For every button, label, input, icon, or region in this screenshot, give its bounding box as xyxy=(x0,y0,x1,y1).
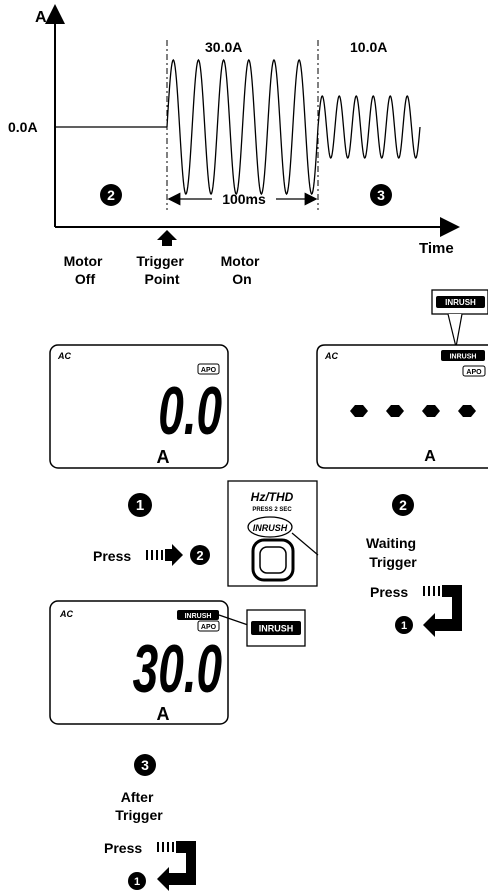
svg-text:1: 1 xyxy=(134,876,140,888)
trigger-arrow-icon xyxy=(157,230,177,246)
svg-text:APO: APO xyxy=(201,624,217,631)
step-1-badge: 1 xyxy=(128,493,152,517)
svg-text:1: 1 xyxy=(136,497,144,514)
amp-10a-label: 10.0A xyxy=(350,39,387,55)
step-2-badge-right: 2 xyxy=(392,494,414,516)
apo-indicator: APO xyxy=(197,620,220,632)
svg-text:APO: APO xyxy=(466,369,482,376)
press-label-1: Press xyxy=(93,548,131,564)
press-arrow-icon xyxy=(146,544,183,566)
ac-mode-indicator: AC xyxy=(57,351,71,361)
step-3-badge-bottom: 3 xyxy=(134,754,156,776)
svg-text:INRUSH: INRUSH xyxy=(259,624,294,634)
lcd-reading: 30.0 xyxy=(133,632,222,707)
svg-text:3: 3 xyxy=(141,757,149,773)
inrush-indicator: INRUSH xyxy=(441,350,485,361)
svg-text:2: 2 xyxy=(399,497,407,513)
lcd-reading: 0.0 xyxy=(158,374,222,449)
press-label-2: Press xyxy=(370,584,408,600)
lcd-unit: A xyxy=(157,704,170,724)
ac-mode-indicator: AC xyxy=(59,609,73,619)
lcd-unit: A xyxy=(157,447,170,467)
svg-text:2: 2 xyxy=(107,187,115,203)
step-3-badge: 3 xyxy=(370,184,392,206)
inrush-button[interactable] xyxy=(251,538,295,582)
svg-text:3: 3 xyxy=(377,187,385,203)
inrush-diagram: A Time 0.0A 30.0A 10.0A 100ms 2 3 Motor … xyxy=(8,4,488,891)
apo-indicator: APO xyxy=(197,363,220,375)
lcd-display-idle: AC APO 0.0 A xyxy=(49,344,229,469)
ac-mode-indicator: AC xyxy=(324,351,338,361)
svg-text:1: 1 xyxy=(401,620,407,632)
svg-text:2: 2 xyxy=(196,548,203,563)
apo-indicator: APO xyxy=(462,365,486,377)
svg-text:INRUSH: INRUSH xyxy=(450,354,477,361)
next-step-2-badge: 2 xyxy=(190,545,210,565)
x-axis-label: Time xyxy=(419,240,454,257)
duration-label: 100ms xyxy=(222,191,266,207)
amp-30a-label: 30.0A xyxy=(205,39,242,55)
inrush-callout-bottom: INRUSH xyxy=(218,609,306,647)
lcd-display-waiting: AC INRUSH APO A xyxy=(316,344,488,469)
motor-off-label: Motor Off xyxy=(64,253,107,287)
svg-text:APO: APO xyxy=(201,367,217,374)
waveform-diagram: A Time 0.0A 30.0A 10.0A 100ms 2 3 Motor … xyxy=(8,4,460,287)
inrush-button-label: INRUSH xyxy=(253,523,288,533)
svg-text:INRUSH: INRUSH xyxy=(445,298,476,307)
inrush-indicator: INRUSH xyxy=(177,610,219,620)
y-axis-label: A xyxy=(35,9,47,26)
inrush-callout-top: INRUSH xyxy=(431,289,488,348)
after-trigger-label: After Trigger xyxy=(115,789,163,823)
waiting-trigger-label: Waiting Trigger xyxy=(366,535,420,570)
step-2-badge: 2 xyxy=(100,184,122,206)
back-step-1-badge: 1 xyxy=(395,616,413,634)
inrush-30a-wave xyxy=(166,58,319,196)
lcd-unit: A xyxy=(424,448,436,465)
hz-thd-label: Hz/THD xyxy=(251,490,294,504)
motor-on-label: Motor On xyxy=(221,253,264,287)
hz-thd-button-panel: Hz/THD PRESS 2 SEC INRUSH xyxy=(227,480,319,587)
back-step-1-badge: 1 xyxy=(128,872,146,890)
return-arrow-icon xyxy=(157,841,196,891)
return-arrow-icon xyxy=(423,585,462,637)
svg-text:INRUSH: INRUSH xyxy=(185,613,212,620)
press-2-sec-label: PRESS 2 SEC xyxy=(252,507,292,513)
steady-10a-wave xyxy=(317,95,421,159)
zero-level-label: 0.0A xyxy=(8,119,38,135)
trigger-point-label: Trigger Point xyxy=(136,253,187,287)
lcd-display-after-trigger: AC INRUSH APO 30.0 A xyxy=(49,600,229,725)
press-label-3: Press xyxy=(104,840,142,856)
